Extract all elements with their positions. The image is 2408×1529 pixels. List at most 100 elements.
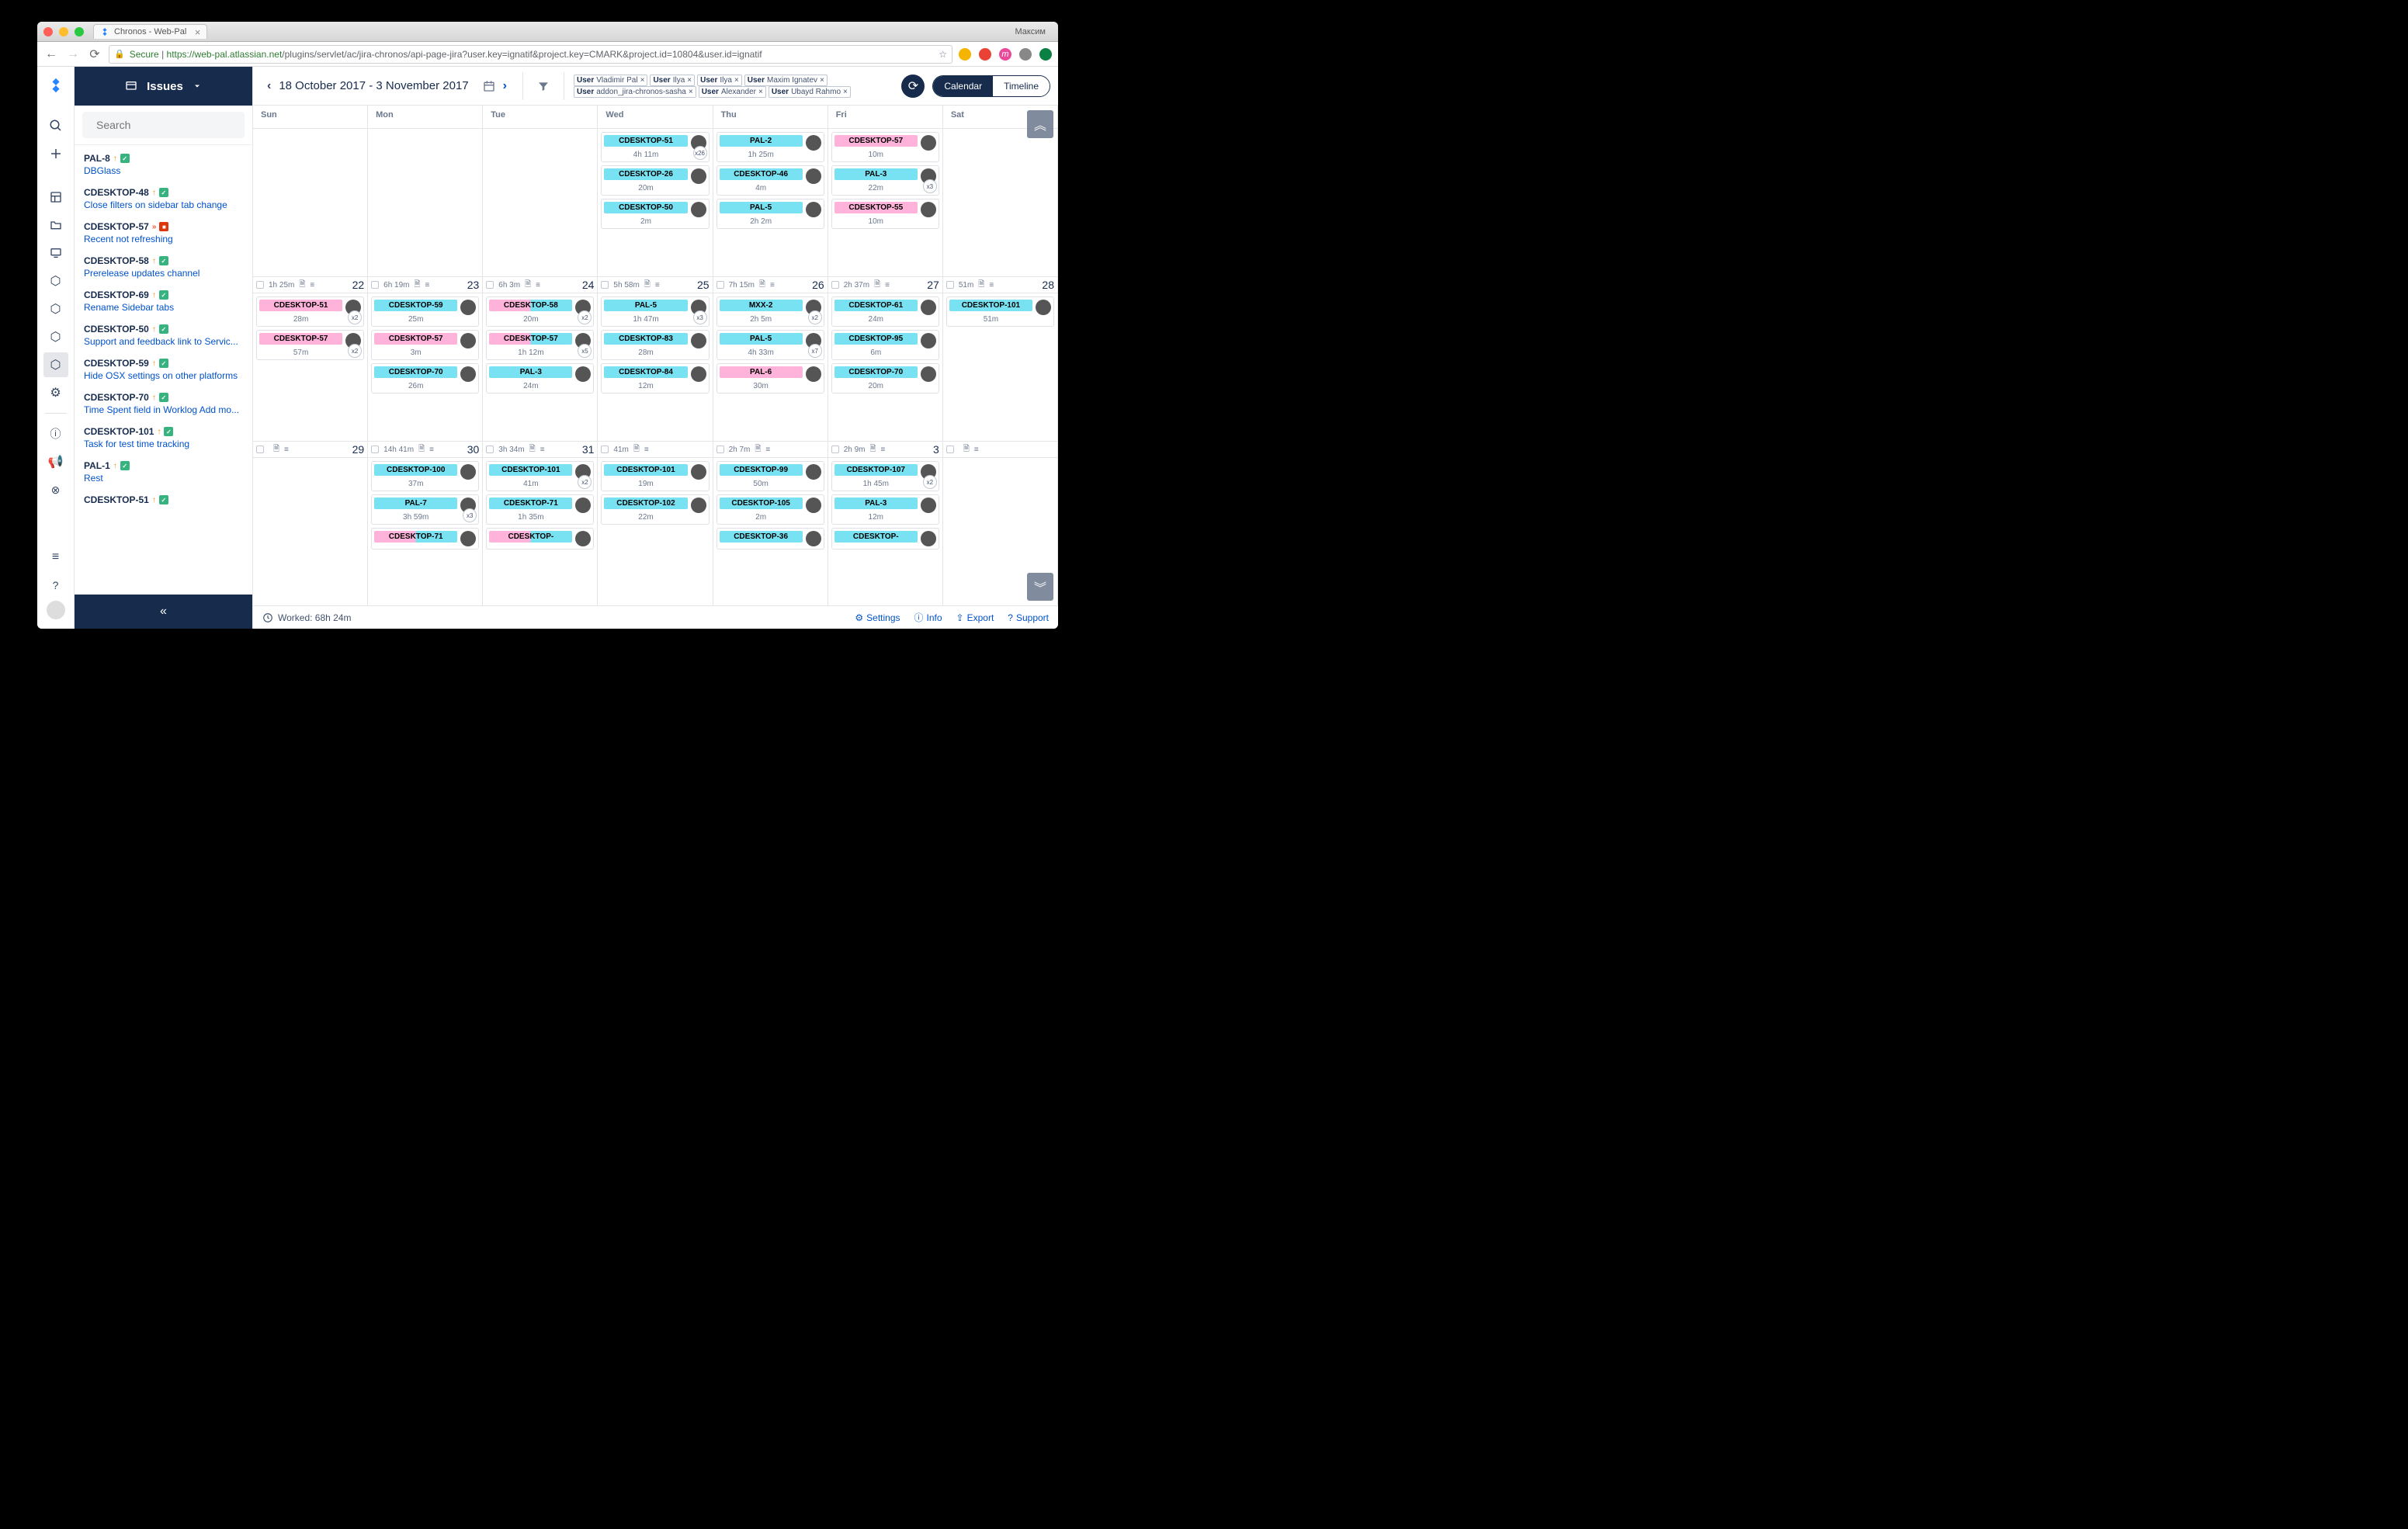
user-filter-tag[interactable]: User Alexander × — [699, 86, 766, 98]
forward-button[interactable]: → — [65, 47, 81, 62]
file-icon[interactable]: 🗎 — [273, 443, 279, 456]
checkbox[interactable] — [717, 281, 724, 289]
checkbox[interactable] — [831, 446, 839, 453]
issue-item[interactable]: PAL-8↑✓DBGlass — [75, 148, 252, 182]
checkbox[interactable] — [486, 446, 494, 453]
checkbox[interactable] — [601, 281, 609, 289]
filter-icon[interactable] — [533, 80, 554, 92]
issue-item[interactable]: CDESKTOP-58↑✓Prerelease updates channel — [75, 251, 252, 285]
scroll-up-button[interactable]: ︽ — [1027, 110, 1053, 138]
worklog-card[interactable]: CDESKTOP-502m — [601, 199, 709, 229]
remove-tag-icon[interactable]: × — [689, 87, 693, 97]
worklog-card[interactable]: CDESKTOP-5820mx2 — [486, 296, 594, 327]
user-filter-tag[interactable]: User Ubayd Rahmo × — [769, 86, 851, 98]
scroll-down-button[interactable]: ︾ — [1027, 573, 1053, 601]
sidebar-header[interactable]: Issues — [75, 67, 252, 106]
file-icon[interactable]: 🗎 — [529, 443, 536, 456]
next-button[interactable]: › — [503, 79, 507, 93]
worklog-card[interactable]: CDESKTOP-10141mx2 — [486, 461, 594, 491]
checkbox[interactable] — [256, 281, 264, 289]
user-filter-tag[interactable]: User Ilya × — [697, 75, 742, 86]
user-filter-tag[interactable]: User Ilya × — [650, 75, 695, 86]
list-icon[interactable]: ≡ — [536, 281, 540, 290]
worklog-card[interactable]: CDESKTOP-514h 11mx26 — [601, 132, 709, 162]
file-icon[interactable]: 🗎 — [978, 279, 984, 292]
board-icon[interactable] — [43, 185, 68, 210]
worklog-card[interactable]: CDESKTOP-5710m — [831, 132, 939, 162]
list-icon[interactable]: ≡ — [655, 281, 660, 290]
list-icon[interactable]: ≡ — [885, 281, 890, 290]
ext-icon[interactable] — [979, 48, 991, 61]
remove-tag-icon[interactable]: × — [758, 87, 763, 97]
list-icon[interactable]: ≡ — [310, 281, 314, 290]
search-icon[interactable] — [43, 113, 68, 138]
issue-item[interactable]: CDESKTOP-51↑✓ — [75, 490, 252, 513]
file-icon[interactable]: 🗎 — [963, 443, 970, 456]
worklog-card[interactable]: CDESKTOP-1052m — [717, 494, 824, 525]
star-icon[interactable]: ☆ — [939, 49, 947, 60]
file-icon[interactable]: 🗎 — [415, 279, 421, 292]
worklog-card[interactable]: CDESKTOP-10222m — [601, 494, 709, 525]
monitor-icon[interactable] — [43, 241, 68, 265]
timeline-view-button[interactable]: Timeline — [993, 76, 1050, 96]
worklog-card[interactable]: PAL-312m — [831, 494, 939, 525]
avatar[interactable] — [47, 601, 65, 619]
checkbox[interactable] — [371, 281, 379, 289]
list-icon[interactable]: ≡ — [881, 446, 886, 454]
refresh-button[interactable]: ⟳ — [901, 75, 925, 98]
minimize-window-button[interactable] — [59, 27, 68, 36]
worklog-card[interactable]: CDESKTOP-71 — [371, 528, 479, 550]
help-icon[interactable]: ? — [43, 573, 68, 598]
list-icon[interactable]: ≡ — [765, 446, 770, 454]
browser-tab[interactable]: Chronos - Web-Pal × — [93, 24, 207, 39]
file-icon[interactable]: 🗎 — [874, 279, 880, 292]
back-button[interactable]: ← — [43, 47, 59, 62]
file-icon[interactable]: 🗎 — [525, 279, 531, 292]
checkbox[interactable] — [717, 446, 724, 453]
add-icon[interactable] — [43, 141, 68, 166]
worklog-card[interactable]: CDESKTOP-9950m — [717, 461, 824, 491]
support-link[interactable]: ? Support — [1008, 611, 1049, 624]
file-icon[interactable]: 🗎 — [759, 279, 765, 292]
collapse-sidebar-button[interactable]: « — [75, 595, 252, 629]
worklog-card[interactable]: PAL-630m — [717, 363, 824, 394]
issue-item[interactable]: CDESKTOP-50↑✓Support and feedback link t… — [75, 319, 252, 353]
worklog-card[interactable]: CDESKTOP- — [831, 528, 939, 550]
worklog-card[interactable]: PAL-73h 59mx3 — [371, 494, 479, 525]
worklog-card[interactable]: CDESKTOP-7020m — [831, 363, 939, 394]
jira-logo-icon[interactable] — [43, 73, 68, 98]
issue-item[interactable]: CDESKTOP-57»■Recent not refreshing — [75, 217, 252, 251]
worklog-card[interactable]: CDESKTOP-573m — [371, 330, 479, 360]
worklog-card[interactable]: CDESKTOP-36 — [717, 528, 824, 550]
file-icon[interactable]: 🗎 — [299, 279, 305, 292]
gear-icon[interactable]: ⬡ — [43, 352, 68, 377]
worklog-card[interactable]: PAL-54h 33mx7 — [717, 330, 824, 360]
file-icon[interactable]: 🗎 — [418, 443, 425, 456]
gear-icon[interactable]: ⬡ — [43, 324, 68, 349]
issue-item[interactable]: CDESKTOP-101↑✓Task for test time trackin… — [75, 421, 252, 456]
worklog-card[interactable]: CDESKTOP-464m — [717, 165, 824, 196]
reload-button[interactable]: ⟳ — [87, 47, 102, 62]
maximize-window-button[interactable] — [75, 27, 84, 36]
worklog-card[interactable]: MXX-22h 5mx2 — [717, 296, 824, 327]
close-tab-icon[interactable]: × — [195, 26, 201, 38]
worklog-card[interactable]: CDESKTOP-6124m — [831, 296, 939, 327]
ext-icon[interactable] — [1019, 48, 1032, 61]
menu-icon[interactable]: ≡ — [43, 545, 68, 570]
worklog-card[interactable]: CDESKTOP- — [486, 528, 594, 550]
ext-icon[interactable] — [1039, 48, 1052, 61]
worklog-card[interactable]: PAL-324m — [486, 363, 594, 394]
worklog-card[interactable]: CDESKTOP-5757mx2 — [256, 330, 364, 360]
worklog-card[interactable]: CDESKTOP-5925m — [371, 296, 479, 327]
issue-item[interactable]: CDESKTOP-59↑✓Hide OSX settings on other … — [75, 353, 252, 387]
issue-list[interactable]: PAL-8↑✓DBGlassCDESKTOP-48↑✓Close filters… — [75, 145, 252, 595]
list-icon[interactable]: ≡ — [644, 446, 649, 454]
list-icon[interactable]: ≡ — [540, 446, 545, 454]
user-filter-tag[interactable]: User addon_jira-chronos-sasha × — [574, 86, 696, 98]
checkbox[interactable] — [601, 446, 609, 453]
list-icon[interactable]: ≡ — [989, 281, 994, 290]
file-icon[interactable]: 🗎 — [644, 279, 651, 292]
file-icon[interactable]: 🗎 — [755, 443, 761, 456]
gear-icon[interactable]: ⬡ — [43, 269, 68, 293]
remove-tag-icon[interactable]: × — [640, 75, 645, 85]
